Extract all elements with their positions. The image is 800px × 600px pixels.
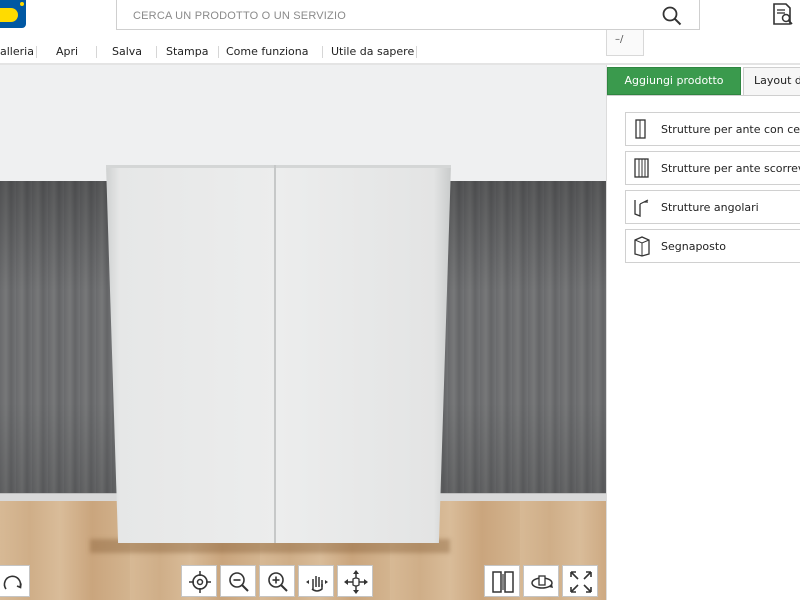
pan-hand-icon — [306, 576, 328, 592]
menu-item-come-funziona[interactable]: Come funziona — [226, 45, 308, 58]
menu-item-stampa[interactable]: Stampa — [166, 45, 208, 58]
document-search-icon[interactable] — [770, 2, 796, 28]
menu-separator — [156, 46, 157, 58]
center-view-button[interactable] — [181, 565, 217, 597]
product-panel: Aggiungi prodotto Layout d Strutture per… — [606, 65, 800, 600]
corner-control[interactable]: –/ — [606, 30, 644, 56]
search-bar — [116, 0, 700, 30]
option-corner-frames[interactable]: Strutture angolari — [625, 190, 800, 224]
logo-dot — [20, 2, 24, 6]
tab-layout[interactable]: Layout d — [743, 67, 800, 95]
3d-viewport[interactable] — [0, 65, 606, 600]
toggle-doors-button[interactable] — [484, 565, 520, 597]
rotate-button[interactable] — [0, 565, 30, 597]
menu-separator — [96, 46, 97, 58]
menu-separator — [416, 46, 417, 58]
fullscreen-icon — [570, 571, 592, 593]
hinged-frame-icon — [635, 119, 646, 139]
menu-item-utile-da-sapere[interactable]: Utile da sapere — [331, 45, 414, 58]
rotate-360-button[interactable] — [523, 565, 559, 597]
wardrobe-door-split — [274, 165, 276, 543]
menu-separator — [218, 46, 219, 58]
option-hinged-door-frames[interactable]: Strutture per ante con cer — [625, 112, 800, 146]
option-sliding-door-frames[interactable]: Strutture per ante scorreve — [625, 151, 800, 185]
option-label: Strutture per ante con cer — [661, 123, 800, 136]
zoom-in-button[interactable] — [259, 565, 295, 597]
ikea-logo[interactable] — [0, 0, 26, 28]
wardrobe-model[interactable] — [106, 165, 451, 543]
menu-item-galleria[interactable]: alleria — [0, 45, 34, 58]
rotate-360-icon — [531, 575, 553, 589]
zoom-in-icon — [268, 572, 288, 592]
header — [0, 0, 800, 42]
option-label: Strutture per ante scorreve — [661, 162, 800, 175]
search-icon[interactable] — [661, 5, 683, 27]
move-arrows-icon — [344, 570, 368, 594]
wardrobe-top-edge — [106, 165, 451, 168]
move-button[interactable] — [337, 565, 373, 597]
menu-item-salva[interactable]: Salva — [112, 45, 142, 58]
option-placeholder[interactable]: Segnaposto — [625, 229, 800, 263]
search-input[interactable] — [131, 6, 655, 26]
zoom-out-icon — [229, 572, 249, 592]
menu-item-apri[interactable]: Apri — [56, 45, 78, 58]
fullscreen-button[interactable] — [562, 565, 598, 597]
menu-separator — [36, 46, 37, 58]
pan-button[interactable] — [298, 565, 334, 597]
planner-menu: alleria Apri Salva Stampa Come funziona … — [0, 42, 610, 62]
option-label: Strutture angolari — [661, 201, 759, 214]
tab-divider — [607, 95, 800, 96]
rotate-icon — [3, 575, 22, 590]
option-label: Segnaposto — [661, 240, 726, 253]
sliding-frame-icon — [634, 158, 649, 178]
center-view-icon — [189, 571, 211, 593]
menu-separator — [322, 46, 323, 58]
tab-aggiungi-prodotto[interactable]: Aggiungi prodotto — [607, 67, 741, 95]
toggle-doors-icon — [492, 571, 514, 593]
placeholder-box-icon — [634, 236, 650, 257]
zoom-out-button[interactable] — [220, 565, 256, 597]
logo-yellow-shape — [0, 8, 18, 22]
corner-frame-icon — [634, 199, 649, 217]
corner-control-label: –/ — [615, 34, 624, 45]
